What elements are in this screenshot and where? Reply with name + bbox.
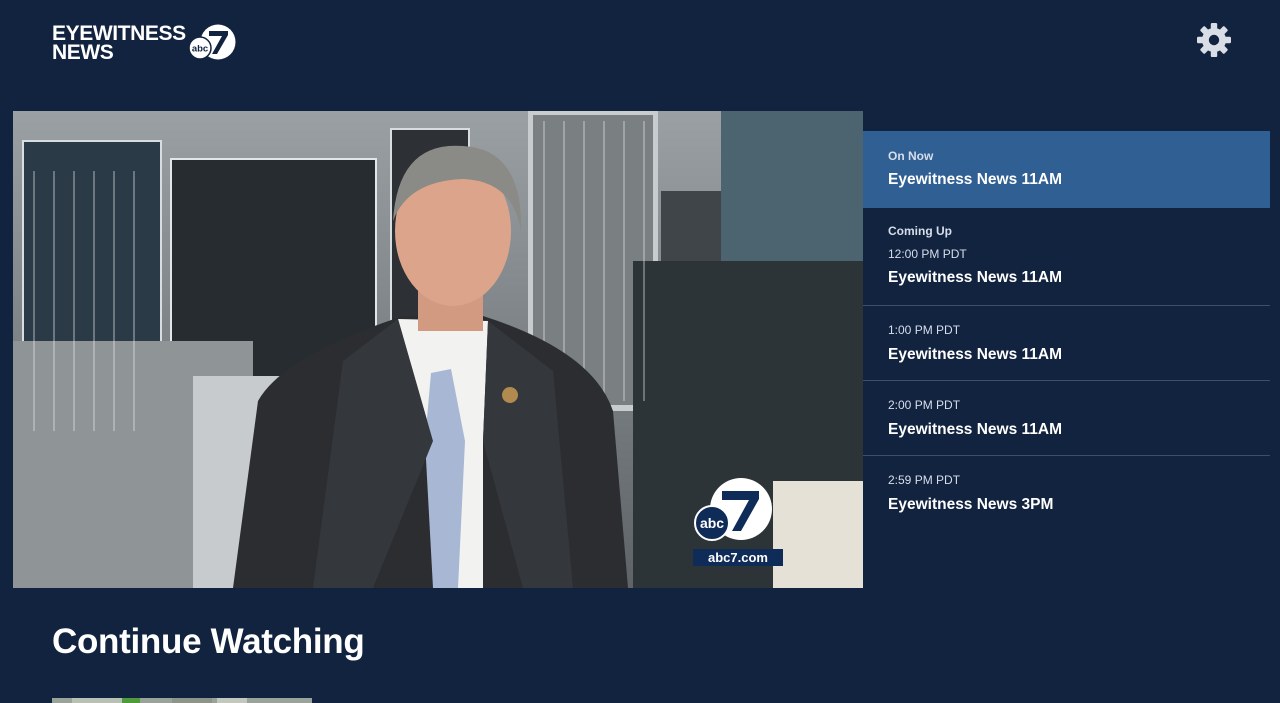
schedule-title: Eyewitness News 3PM	[888, 496, 1054, 513]
weather-map-thumbnail	[52, 698, 312, 703]
continue-watching-heading: Continue Watching	[52, 622, 365, 661]
schedule-title: Eyewitness News 11AM	[888, 171, 1063, 188]
schedule-title: Eyewitness News 11AM	[888, 421, 1063, 438]
schedule-item[interactable]: 2:00 PM PDT Eyewitness News 11AM	[863, 381, 1270, 456]
station-website-bug: abc7.com	[693, 549, 783, 566]
schedule-time: 1:00 PM PDT	[888, 323, 961, 337]
live-video-player[interactable]: abc abc7.com	[13, 111, 863, 588]
news-anchor-video-frame: abc	[13, 111, 863, 588]
station-logo[interactable]: EYEWITNESS NEWS abc	[52, 20, 238, 64]
schedule-item[interactable]: 2:59 PM PDT Eyewitness News 3PM	[863, 456, 1270, 531]
schedule-time: 2:00 PM PDT	[888, 398, 961, 412]
schedule-title: Eyewitness News 11AM	[888, 269, 1063, 286]
abc7-logo-icon: abc	[187, 24, 236, 60]
schedule-kicker: Coming Up	[888, 224, 952, 238]
schedule-item-on-now[interactable]: On Now Eyewitness News 11AM	[863, 131, 1270, 208]
logo-line-2: NEWS	[52, 41, 114, 64]
schedule-time: 2:59 PM PDT	[888, 473, 961, 487]
program-schedule: On Now Eyewitness News 11AM Coming Up 12…	[863, 131, 1270, 531]
continue-watching-thumbnail[interactable]	[52, 694, 312, 703]
schedule-title: Eyewitness News 11AM	[888, 346, 1063, 363]
schedule-kicker: On Now	[888, 149, 934, 163]
schedule-item[interactable]: Coming Up 12:00 PM PDT Eyewitness News 1…	[863, 208, 1270, 306]
app-screen: EYEWITNESS NEWS abc abc abc7.com On Now …	[0, 0, 1280, 703]
settings-button[interactable]	[1196, 22, 1232, 58]
logo-wordmark: EYEWITNESS NEWS	[52, 23, 186, 64]
gear-icon	[1197, 23, 1231, 57]
logo-badge-small: abc	[192, 44, 208, 55]
schedule-item[interactable]: 1:00 PM PDT Eyewitness News 11AM	[863, 306, 1270, 381]
bug-small: abc	[700, 515, 724, 531]
schedule-time: 12:00 PM PDT	[888, 247, 967, 261]
